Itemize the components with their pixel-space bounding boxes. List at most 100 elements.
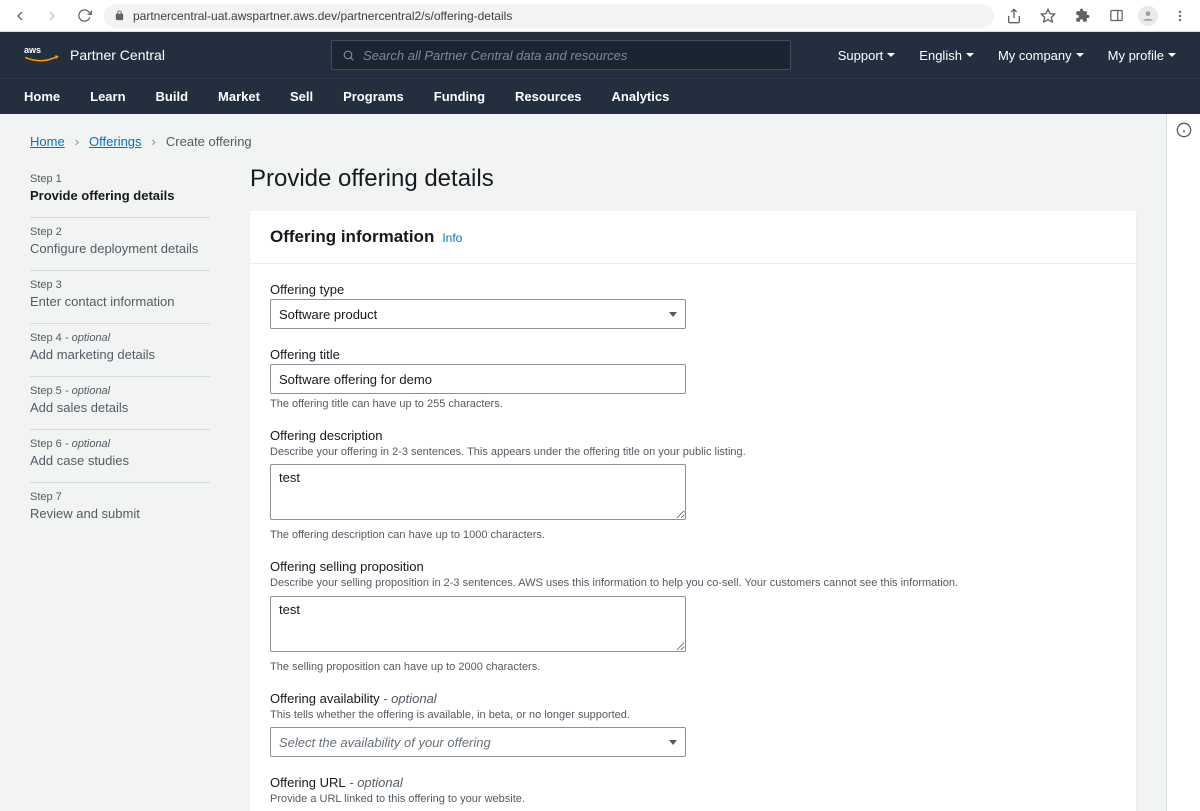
- field-offering-type: Offering type Software product: [270, 282, 1116, 329]
- step-2[interactable]: Step 2 Configure deployment details: [30, 218, 210, 271]
- language-menu[interactable]: English: [919, 48, 974, 63]
- chevron-down-icon: [1168, 53, 1176, 57]
- label-offering-url: Offering URL - optional: [270, 775, 1116, 790]
- sublabel-offering-url: Provide a URL linked to this offering to…: [270, 792, 1116, 807]
- breadcrumb: Home › Offerings › Create offering: [30, 134, 1136, 149]
- label-availability: Offering availability - optional: [270, 691, 1116, 706]
- step-5[interactable]: Step 5 - optional Add sales details: [30, 377, 210, 430]
- step-1[interactable]: Step 1 Provide offering details: [30, 165, 210, 218]
- panel-title: Offering information: [270, 227, 434, 247]
- field-offering-description: Offering description Describe your offer…: [270, 428, 1116, 541]
- chevron-down-icon: [669, 740, 677, 745]
- info-icon: [1176, 122, 1192, 138]
- step-title: Add case studies: [30, 453, 210, 468]
- step-number: Step 2: [30, 226, 210, 238]
- app-header: aws Partner Central Support English My c…: [0, 32, 1200, 114]
- step-number: Step 4 - optional: [30, 332, 210, 344]
- input-offering-title[interactable]: [270, 364, 686, 394]
- kebab-icon[interactable]: [1168, 4, 1192, 28]
- hint-selling-proposition: The selling proposition can have up to 2…: [270, 661, 1116, 673]
- nav-home[interactable]: Home: [24, 89, 60, 104]
- step-title: Provide offering details: [30, 188, 210, 203]
- company-menu[interactable]: My company: [998, 48, 1084, 63]
- brand-text: Partner Central: [70, 47, 165, 63]
- step-6[interactable]: Step 6 - optional Add case studies: [30, 430, 210, 483]
- lock-icon: [114, 10, 125, 21]
- panel-icon[interactable]: [1104, 4, 1128, 28]
- label-offering-type: Offering type: [270, 282, 1116, 297]
- select-value: Software product: [279, 307, 377, 322]
- address-bar[interactable]: partnercentral-uat.awspartner.aws.dev/pa…: [104, 4, 994, 28]
- star-icon[interactable]: [1036, 4, 1060, 28]
- search-field[interactable]: [363, 48, 780, 63]
- chevron-down-icon: [966, 53, 974, 57]
- nav-programs[interactable]: Programs: [343, 89, 404, 104]
- chevron-down-icon: [887, 53, 895, 57]
- profile-menu[interactable]: My profile: [1108, 48, 1176, 63]
- label-offering-description: Offering description: [270, 428, 1116, 443]
- sublabel-availability: This tells whether the offering is avail…: [270, 708, 1116, 723]
- field-availability: Offering availability - optional This te…: [270, 691, 1116, 757]
- back-icon[interactable]: [8, 4, 32, 28]
- sublabel-offering-description: Describe your offering in 2-3 sentences.…: [270, 445, 1116, 460]
- step-number: Step 5 - optional: [30, 385, 210, 397]
- label-offering-title: Offering title: [270, 347, 1116, 362]
- forward-icon[interactable]: [40, 4, 64, 28]
- hint-offering-title: The offering title can have up to 255 ch…: [270, 398, 1116, 410]
- page-title: Provide offering details: [250, 165, 1136, 193]
- step-7[interactable]: Step 7 Review and submit: [30, 483, 210, 535]
- search-input[interactable]: [331, 40, 791, 70]
- aws-logo-icon: aws: [24, 44, 60, 66]
- avatar[interactable]: [1138, 6, 1158, 26]
- step-title: Configure deployment details: [30, 241, 210, 256]
- breadcrumb-offerings[interactable]: Offerings: [89, 134, 142, 149]
- chevron-right-icon: ›: [152, 134, 156, 149]
- step-title: Add sales details: [30, 400, 210, 415]
- step-number: Step 7: [30, 491, 210, 503]
- browser-chrome: partnercentral-uat.awspartner.aws.dev/pa…: [0, 0, 1200, 32]
- textarea-offering-description[interactable]: [270, 464, 686, 520]
- hint-offering-description: The offering description can have up to …: [270, 529, 1116, 541]
- nav-resources[interactable]: Resources: [515, 89, 581, 104]
- label-selling-proposition: Offering selling proposition: [270, 559, 1116, 574]
- chevron-right-icon: ›: [75, 134, 79, 149]
- url-text: partnercentral-uat.awspartner.aws.dev/pa…: [133, 9, 512, 23]
- search-icon: [342, 49, 355, 62]
- nav-market[interactable]: Market: [218, 89, 260, 104]
- offering-info-panel: Offering information Info Offering type …: [250, 211, 1136, 811]
- reload-icon[interactable]: [72, 4, 96, 28]
- select-placeholder: Select the availability of your offering: [279, 735, 491, 750]
- step-3[interactable]: Step 3 Enter contact information: [30, 271, 210, 324]
- step-4[interactable]: Step 4 - optional Add marketing details: [30, 324, 210, 377]
- main-nav: Home Learn Build Market Sell Programs Fu…: [0, 78, 1200, 114]
- textarea-selling-proposition[interactable]: [270, 596, 686, 652]
- step-title: Enter contact information: [30, 294, 210, 309]
- field-selling-proposition: Offering selling proposition Describe yo…: [270, 559, 1116, 672]
- step-number: Step 1: [30, 173, 210, 185]
- breadcrumb-current: Create offering: [166, 134, 252, 149]
- breadcrumb-home[interactable]: Home: [30, 134, 65, 149]
- step-title: Add marketing details: [30, 347, 210, 362]
- support-menu[interactable]: Support: [838, 48, 896, 63]
- nav-analytics[interactable]: Analytics: [612, 89, 670, 104]
- field-offering-url: Offering URL - optional Provide a URL li…: [270, 775, 1116, 811]
- sublabel-selling-proposition: Describe your selling proposition in 2-3…: [270, 576, 1116, 591]
- nav-funding[interactable]: Funding: [434, 89, 485, 104]
- nav-build[interactable]: Build: [156, 89, 189, 104]
- chevron-down-icon: [669, 312, 677, 317]
- nav-learn[interactable]: Learn: [90, 89, 125, 104]
- step-title: Review and submit: [30, 506, 210, 521]
- field-offering-title: Offering title The offering title can ha…: [270, 347, 1116, 410]
- select-offering-type[interactable]: Software product: [270, 299, 686, 329]
- step-number: Step 3: [30, 279, 210, 291]
- info-link[interactable]: Info: [442, 231, 462, 245]
- step-number: Step 6 - optional: [30, 438, 210, 450]
- extensions-icon[interactable]: [1070, 4, 1094, 28]
- info-rail[interactable]: [1166, 114, 1200, 811]
- select-availability[interactable]: Select the availability of your offering: [270, 727, 686, 757]
- chevron-down-icon: [1076, 53, 1084, 57]
- logo[interactable]: aws Partner Central: [24, 44, 165, 66]
- nav-sell[interactable]: Sell: [290, 89, 313, 104]
- svg-text:aws: aws: [24, 45, 41, 55]
- share-icon[interactable]: [1002, 4, 1026, 28]
